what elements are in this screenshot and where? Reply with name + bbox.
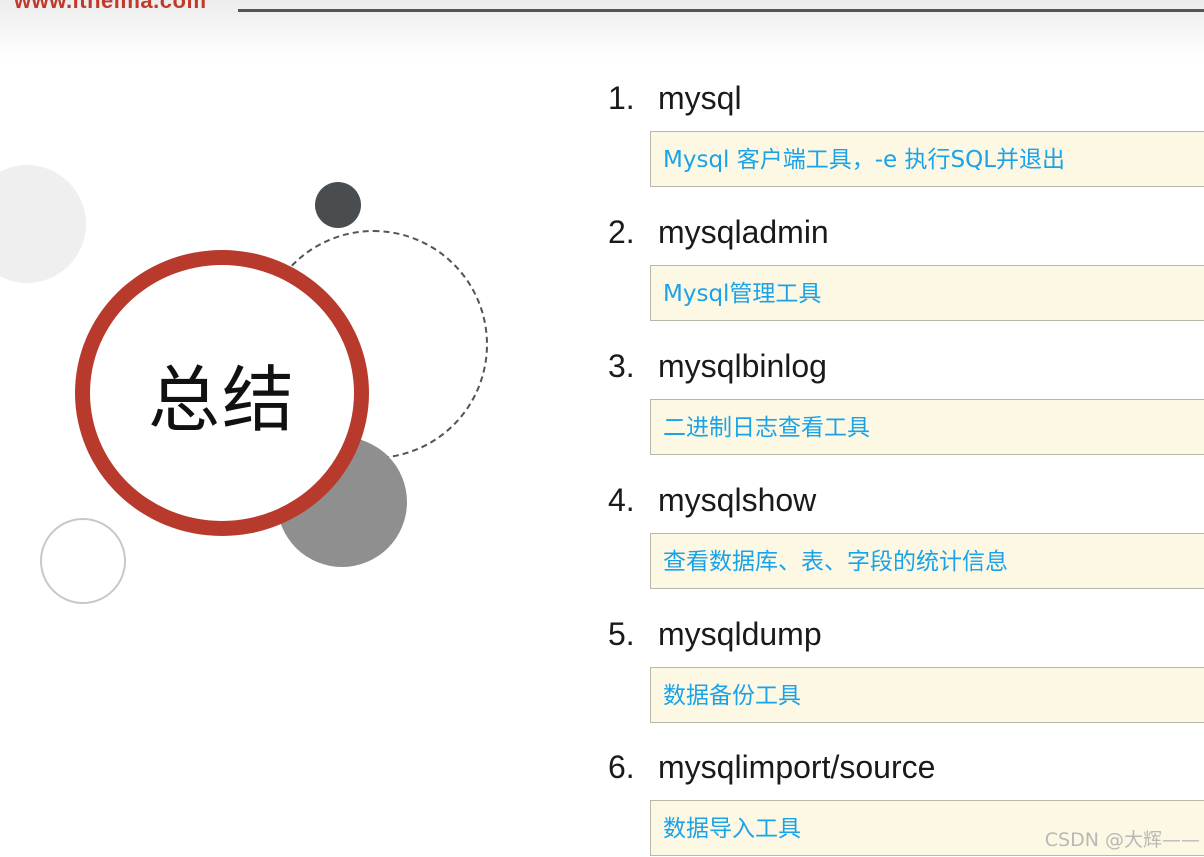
decorative-circle-dark <box>315 182 361 228</box>
item-name: mysqldump <box>658 616 822 652</box>
site-url-logo: www.itheima.com <box>14 0 207 13</box>
list-item: 1. mysql Mysql 客户端工具，-e 执行SQL并退出 <box>608 78 1204 187</box>
item-name: mysqlimport/source <box>658 749 936 785</box>
item-name: mysql <box>658 80 742 116</box>
decorative-circle-outline <box>40 518 126 604</box>
item-number: 4. <box>608 482 635 518</box>
header-band: www.itheima.com <box>0 0 1204 60</box>
item-heading: 4. mysqlshow <box>608 480 1204 520</box>
item-name: mysqladmin <box>658 214 829 250</box>
list-item: 3. mysqlbinlog 二进制日志查看工具 <box>608 346 1204 455</box>
list-item: 2. mysqladmin Mysql管理工具 <box>608 212 1204 321</box>
item-number: 3. <box>608 348 635 384</box>
title-ring: 总结 <box>75 250 369 536</box>
list-item: 5. mysqldump 数据备份工具 <box>608 614 1204 723</box>
item-heading: 6. mysqlimport/source <box>608 747 1204 787</box>
item-description: 数据备份工具 <box>650 667 1204 723</box>
item-number: 1. <box>608 80 635 116</box>
item-description: 查看数据库、表、字段的统计信息 <box>650 533 1204 589</box>
header-divider <box>238 9 1204 12</box>
item-description: 二进制日志查看工具 <box>650 399 1204 455</box>
item-name: mysqlbinlog <box>658 348 827 384</box>
list-item: 6. mysqlimport/source 数据导入工具 <box>608 747 1204 856</box>
item-description: Mysql 客户端工具，-e 执行SQL并退出 <box>650 131 1204 187</box>
item-name: mysqlshow <box>658 482 817 518</box>
item-number: 6. <box>608 749 635 785</box>
item-heading: 3. mysqlbinlog <box>608 346 1204 386</box>
item-heading: 1. mysql <box>608 78 1204 118</box>
item-heading: 2. mysqladmin <box>608 212 1204 252</box>
watermark: CSDN @大辉—— <box>1044 829 1200 851</box>
item-number: 5. <box>608 616 635 652</box>
item-heading: 5. mysqldump <box>608 614 1204 654</box>
item-number: 2. <box>608 214 635 250</box>
list-item: 4. mysqlshow 查看数据库、表、字段的统计信息 <box>608 480 1204 589</box>
decorative-circle-light <box>0 165 86 283</box>
item-description: Mysql管理工具 <box>650 265 1204 321</box>
page-title: 总结 <box>147 357 296 442</box>
